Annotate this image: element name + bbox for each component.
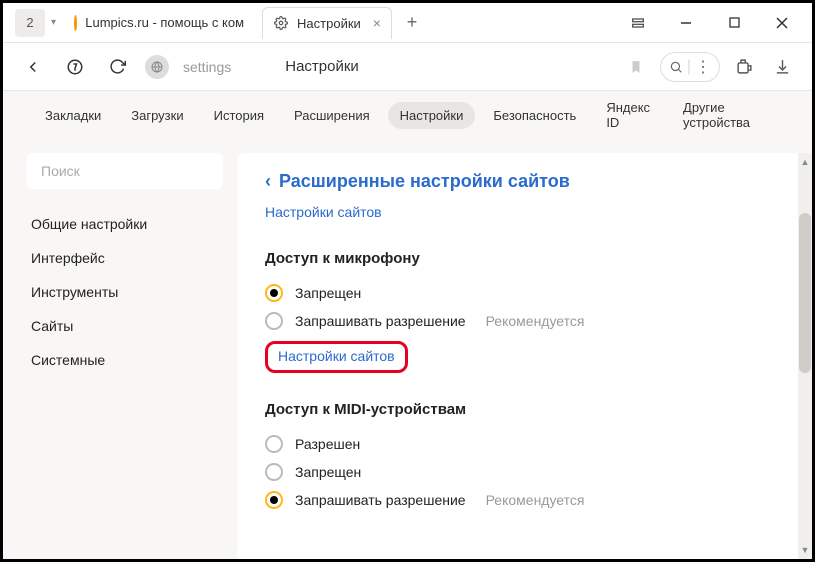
recommended-badge: Рекомендуется	[486, 313, 585, 329]
tab-settings[interactable]: Настройки	[388, 102, 476, 129]
tab-history[interactable]: История	[202, 102, 276, 129]
scroll-up-icon[interactable]: ▲	[798, 155, 812, 169]
maximize-button[interactable]	[712, 7, 756, 39]
bookmark-icon[interactable]	[622, 53, 650, 81]
tab-label: Настройки	[297, 16, 361, 31]
radio-icon[interactable]	[265, 491, 283, 509]
highlighted-site-settings-link: Настройки сайтов	[265, 341, 408, 373]
tab-yandex-id[interactable]: Яндекс ID	[594, 94, 665, 136]
search-input[interactable]: Поиск	[27, 153, 223, 189]
browser-tab-2[interactable]: Настройки ×	[262, 7, 392, 39]
radio-icon[interactable]	[265, 284, 283, 302]
chevron-left-icon[interactable]: ‹	[265, 171, 271, 192]
radio-midi-allowed[interactable]: Разрешен	[265, 430, 784, 458]
radio-mic-denied[interactable]: Запрещен	[265, 279, 784, 307]
radio-label: Запрашивать разрешение	[295, 313, 466, 329]
search-pill[interactable]: | ⋮	[660, 52, 720, 82]
tab-label: Lumpics.ru - помощь с ком	[85, 15, 244, 30]
close-icon[interactable]: ×	[373, 15, 381, 31]
sidebar-item-interface[interactable]: Интерфейс	[27, 241, 223, 275]
settings-sidebar: Поиск Общие настройки Интерфейс Инструме…	[3, 139, 223, 559]
site-identity-icon[interactable]	[145, 55, 169, 79]
downloads-icon[interactable]	[768, 53, 796, 81]
tab-counter[interactable]: 2	[15, 9, 45, 37]
yandex-logo-icon[interactable]	[61, 53, 89, 81]
chevron-down-icon[interactable]: ▾	[51, 17, 56, 28]
main-panel: ‹ Расширенные настройки сайтов Настройки…	[237, 153, 812, 559]
kebab-icon[interactable]: ⋮	[695, 57, 711, 77]
browser-tab-1[interactable]: Lumpics.ru - помощь с ком	[64, 7, 254, 39]
collections-icon[interactable]	[616, 7, 660, 39]
radio-midi-denied[interactable]: Запрещен	[265, 458, 784, 486]
tab-security[interactable]: Безопасность	[481, 102, 588, 129]
scrollbar[interactable]: ▲ ▼	[798, 153, 812, 559]
sidebar-item-system[interactable]: Системные	[27, 343, 223, 377]
divider-icon: |	[687, 58, 691, 76]
radio-mic-ask[interactable]: Запрашивать разрешение Рекомендуется	[265, 307, 784, 335]
window-controls	[616, 7, 812, 39]
tab-downloads[interactable]: Загрузки	[119, 102, 195, 129]
radio-label: Запрещен	[295, 464, 361, 480]
close-button[interactable]	[760, 7, 804, 39]
extensions-icon[interactable]	[730, 53, 758, 81]
gear-icon	[273, 15, 289, 31]
breadcrumb-title: Расширенные настройки сайтов	[279, 171, 570, 192]
sidebar-item-tools[interactable]: Инструменты	[27, 275, 223, 309]
tab-extensions[interactable]: Расширения	[282, 102, 382, 129]
recommended-badge: Рекомендуется	[486, 492, 585, 508]
reload-button[interactable]	[103, 53, 131, 81]
radio-midi-ask[interactable]: Запрашивать разрешение Рекомендуется	[265, 486, 784, 514]
scroll-down-icon[interactable]: ▼	[798, 543, 812, 557]
sidebar-item-sites[interactable]: Сайты	[27, 309, 223, 343]
section-microphone-title: Доступ к микрофону	[265, 250, 784, 267]
radio-label: Запрашивать разрешение	[295, 492, 466, 508]
breadcrumb[interactable]: ‹ Расширенные настройки сайтов	[265, 171, 784, 192]
radio-icon[interactable]	[265, 312, 283, 330]
lumpics-favicon-icon	[74, 15, 77, 31]
section-midi-title: Доступ к MIDI-устройствам	[265, 401, 784, 418]
radio-icon[interactable]	[265, 463, 283, 481]
window-titlebar: 2 ▾ Lumpics.ru - помощь с ком Настройки …	[3, 3, 812, 43]
new-tab-button[interactable]: +	[398, 9, 426, 37]
back-button[interactable]	[19, 53, 47, 81]
radio-icon[interactable]	[265, 435, 283, 453]
content-area: Поиск Общие настройки Интерфейс Инструме…	[3, 139, 812, 559]
radio-label: Разрешен	[295, 436, 360, 452]
site-settings-link-top[interactable]: Настройки сайтов	[265, 204, 382, 220]
settings-tabs: Закладки Загрузки История Расширения Нас…	[3, 91, 812, 139]
site-settings-link[interactable]: Настройки сайтов	[278, 348, 395, 364]
minimize-button[interactable]	[664, 7, 708, 39]
url-text[interactable]: settings	[183, 59, 231, 75]
tab-other-devices[interactable]: Другие устройства	[671, 94, 782, 136]
browser-toolbar: settings Настройки | ⋮	[3, 43, 812, 91]
tab-bookmarks[interactable]: Закладки	[33, 102, 113, 129]
radio-label: Запрещен	[295, 285, 361, 301]
sidebar-item-general[interactable]: Общие настройки	[27, 207, 223, 241]
page-title-text: Настройки	[285, 58, 359, 75]
scroll-thumb[interactable]	[799, 213, 811, 373]
